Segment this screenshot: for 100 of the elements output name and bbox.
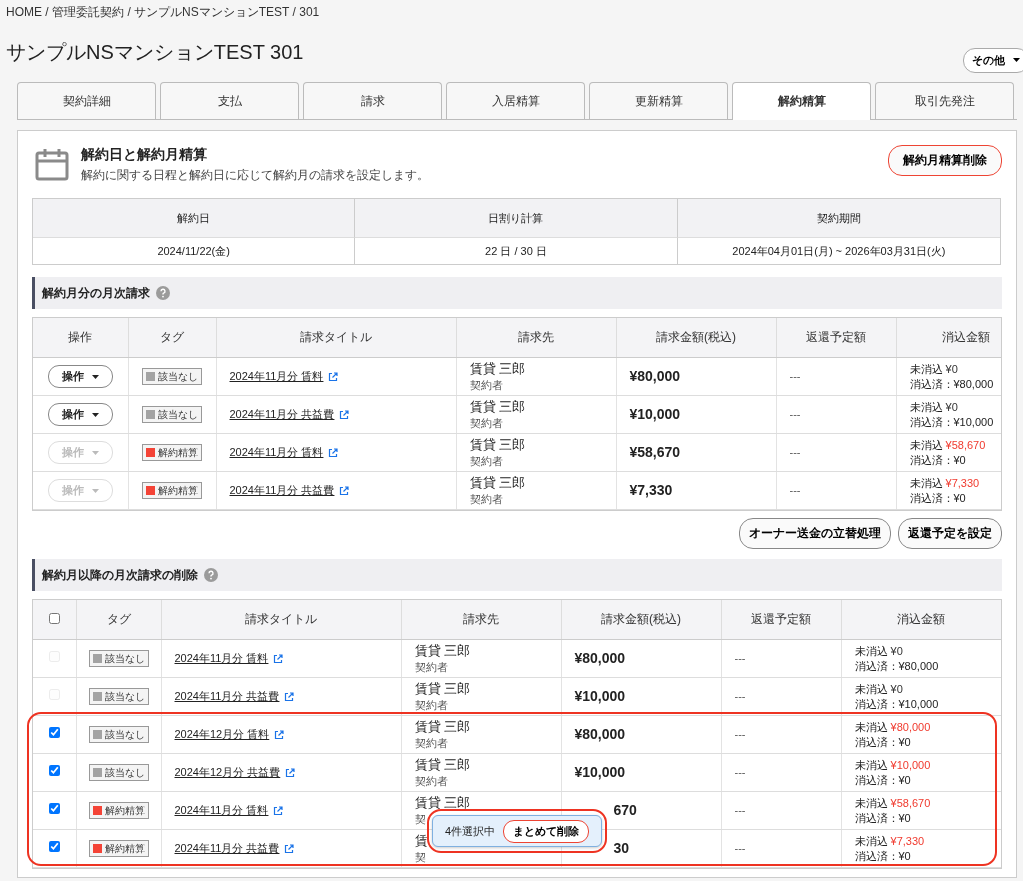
unpaid-amount: ¥0	[890, 682, 903, 695]
breadcrumb-separator: /	[127, 5, 131, 19]
payer-role: 契約者	[469, 415, 504, 431]
refund-amount: ---	[734, 804, 746, 817]
action-dropdown-button[interactable]: 操作	[47, 365, 113, 388]
action-button[interactable]: 返還予定を設定	[898, 518, 1002, 549]
breadcrumb-link[interactable]: 301	[299, 5, 320, 19]
refund-amount: ---	[734, 842, 746, 855]
payer-name: 賃貸 三郎	[469, 436, 527, 454]
amount: 670	[613, 802, 637, 819]
external-link-icon	[339, 485, 350, 496]
paid-amount: 消込済：¥80,000	[909, 376, 995, 392]
invoice-link[interactable]: 2024年11月分 共益費	[229, 483, 350, 498]
invoice-link[interactable]: 2024年11月分 賃料	[229, 445, 339, 460]
tag-label: 該当なし	[88, 725, 149, 744]
amount: ¥80,000	[629, 368, 681, 385]
row-checkbox[interactable]	[48, 727, 60, 739]
summary-value: 2024年04月01日(月) ~ 2026年03月31日(火)	[732, 245, 946, 257]
card-heading: 解約日と解約月精算	[81, 146, 208, 164]
payer-name: 賃貸 三郎	[414, 794, 472, 812]
row-checkbox[interactable]	[48, 803, 60, 815]
invoice-link[interactable]: 2024年11月分 共益費	[174, 841, 295, 856]
paid-amount: 消込済：¥0	[854, 810, 912, 826]
summary-label: 契約期間	[816, 212, 861, 224]
payer-role: 契約者	[469, 491, 504, 507]
paid-amount: 消込済：¥0	[854, 772, 912, 788]
tab[interactable]: 取引先発注	[875, 82, 1014, 119]
column-header: 請求金額(税込)	[601, 612, 681, 626]
calendar-icon	[35, 147, 69, 181]
unpaid-label: 未消込	[909, 400, 943, 413]
amount: ¥80,000	[574, 650, 626, 667]
invoice-link[interactable]: 2024年12月分 共益費	[174, 765, 296, 780]
external-link-icon	[273, 805, 284, 816]
paid-amount: 消込済：¥10,000	[854, 696, 940, 712]
unpaid-label: 未消込	[854, 758, 888, 771]
select-all-checkbox[interactable]	[48, 612, 60, 624]
caret-icon	[1013, 58, 1020, 62]
help-icon[interactable]	[204, 568, 218, 582]
external-link-icon	[273, 653, 284, 664]
refund-amount: ---	[734, 652, 746, 665]
refund-amount: ---	[734, 766, 746, 779]
column-header: 消込金額	[942, 330, 990, 344]
paid-amount: 消込済：¥10,000	[909, 414, 995, 430]
paid-amount: 消込済：¥0	[909, 452, 967, 468]
paid-amount: 消込済：¥0	[854, 848, 912, 864]
tab[interactable]: 解約精算	[732, 82, 871, 120]
refund-amount: ---	[789, 446, 801, 459]
column-header: 返還予定額	[751, 612, 811, 626]
help-icon[interactable]	[156, 286, 170, 300]
unpaid-label: 未消込	[909, 476, 943, 489]
payer-name: 賃貸 三郎	[414, 642, 472, 660]
tab[interactable]: 更新精算	[589, 82, 728, 119]
payer-role: 契約者	[414, 697, 449, 713]
payer-name: 賃貸 三郎	[469, 398, 527, 416]
row-checkbox[interactable]	[48, 765, 60, 777]
external-link-icon	[284, 843, 295, 854]
caret-icon	[91, 450, 99, 455]
selection-count: 4件選択中	[445, 823, 496, 839]
payer-name: 賃貸 三郎	[469, 360, 527, 378]
paid-amount: 消込済：¥80,000	[854, 658, 940, 674]
external-link-icon	[284, 691, 295, 702]
invoice-link[interactable]: 2024年12月分 賃料	[174, 727, 285, 742]
payer-role: 契約者	[414, 773, 449, 789]
refund-amount: ---	[789, 408, 801, 421]
action-dropdown-button[interactable]: 操作	[47, 403, 113, 426]
payer-role: 契約者	[469, 453, 504, 469]
action-button[interactable]: オーナー送金の立替処理	[739, 518, 891, 549]
paid-amount: 消込済：¥0	[854, 734, 912, 750]
external-link-icon	[285, 767, 296, 778]
breadcrumb-separator: /	[292, 5, 296, 19]
row-checkbox[interactable]	[48, 841, 60, 853]
refund-amount: ---	[789, 484, 801, 497]
bulk-delete-button[interactable]: まとめて削除	[503, 819, 590, 843]
external-link-icon	[274, 729, 285, 740]
payer-role: 契約者	[414, 659, 449, 675]
tab[interactable]: 請求	[303, 82, 442, 119]
amount: ¥10,000	[574, 688, 626, 705]
tab[interactable]: 支払	[160, 82, 299, 119]
summary-value: 2024/11/22(金)	[157, 245, 230, 257]
breadcrumb-link[interactable]: 管理委託契約	[52, 5, 125, 19]
more-menu-button[interactable]: その他	[963, 47, 1023, 73]
invoice-link[interactable]: 2024年11月分 賃料	[229, 369, 339, 384]
amount: ¥10,000	[574, 764, 626, 781]
invoice-link[interactable]: 2024年11月分 賃料	[174, 803, 284, 818]
tab[interactable]: 契約詳細	[17, 82, 156, 119]
card-description: 解約に関する日程と解約日に応じて解約月の請求を設定します。	[81, 167, 429, 184]
external-link-icon	[339, 409, 350, 420]
tag-label: 該当なし	[88, 649, 149, 668]
column-header: 請求タイトル	[300, 330, 372, 344]
column-header: 操作	[68, 330, 93, 344]
payer-name: 賃貸 三郎	[414, 680, 472, 698]
breadcrumb-link[interactable]: サンプルNSマンションTEST	[134, 5, 290, 19]
payer-role: 契約者	[469, 377, 504, 393]
payer-name: 賃貸 三郎	[469, 474, 527, 492]
invoice-link[interactable]: 2024年11月分 共益費	[229, 407, 350, 422]
delete-settlement-button[interactable]: 解約月精算削除	[888, 145, 1002, 176]
breadcrumb-link[interactable]: HOME	[6, 5, 42, 19]
paid-amount: 消込済：¥0	[909, 490, 967, 506]
tab[interactable]: 入居精算	[446, 82, 585, 119]
caret-icon	[91, 412, 99, 417]
